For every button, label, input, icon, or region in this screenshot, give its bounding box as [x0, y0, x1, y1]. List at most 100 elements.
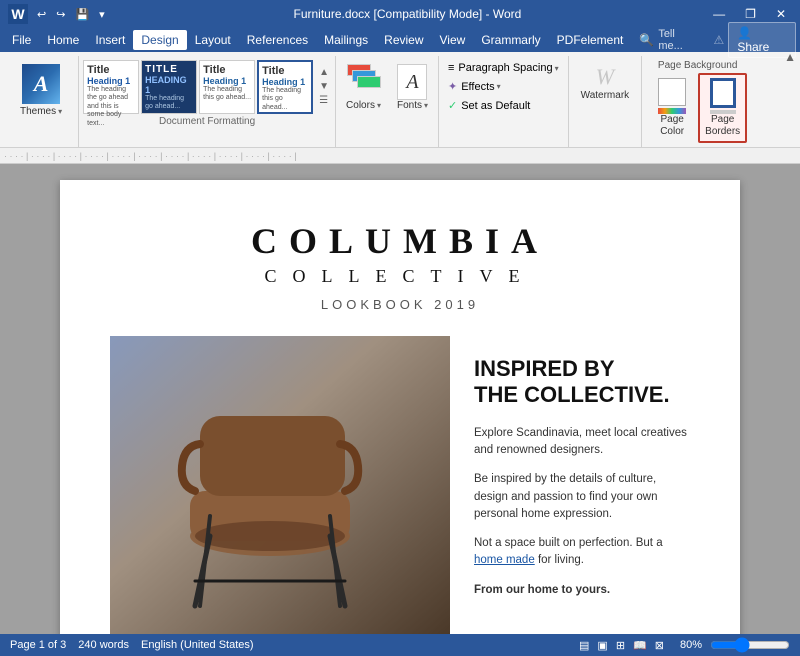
dropdown-button[interactable]: ▾ [96, 6, 108, 23]
colors-fonts-items: Colors ▾ A Fonts ▾ [340, 60, 434, 115]
ribbon-group-themes: A Themes ▾ [4, 56, 79, 147]
fonts-button[interactable]: A Fonts ▾ [391, 60, 434, 115]
menu-references[interactable]: References [239, 30, 316, 50]
page-color-button[interactable]: PageColor [648, 73, 696, 143]
check-icon: ✓ [448, 99, 457, 112]
page-borders-label: PageBorders [705, 114, 740, 138]
menu-bar: File Home Insert Design Layout Reference… [0, 28, 800, 52]
style-h1-label: Heading 1 [87, 76, 135, 86]
fonts-icon: A [397, 64, 427, 100]
para-3: Not a space built on perfection. But a h… [474, 535, 690, 570]
maximize-button[interactable]: ❐ [739, 5, 762, 23]
style-thumb-4[interactable]: Title Heading 1 The heading this go ahea… [257, 60, 313, 114]
menu-design[interactable]: Design [133, 30, 186, 50]
document-lookbook: LOOKBOOK 2019 [110, 297, 690, 312]
window-title: Furniture.docx [Compatibility Mode] - Wo… [108, 7, 708, 21]
menu-review[interactable]: Review [376, 30, 431, 50]
para-spacing-label: Paragraph Spacing [458, 62, 552, 74]
style2-h1: HEADING 1 [145, 75, 193, 95]
ruler-marks: · · · · | · · · · | · · · · | · · · · | … [4, 151, 297, 161]
undo-button[interactable]: ↩ [34, 6, 49, 23]
set-as-default-button[interactable]: ✓ Set as Default [445, 97, 562, 114]
ribbon-collapse-button[interactable]: ▲ [784, 50, 796, 64]
watermark-button[interactable]: W Watermark [575, 60, 636, 105]
colors-label: Colors ▾ [346, 100, 381, 111]
themes-icon: A [22, 64, 60, 104]
document-text: INSPIRED BYTHE COLLECTIVE. Explore Scand… [474, 336, 690, 634]
paragraph-spacing-button[interactable]: ≡ Paragraph Spacing ▾ [445, 60, 562, 76]
home-made-link[interactable]: home made [474, 554, 535, 566]
title-bar: W ↩ ↪ 💾 ▾ Furniture.docx [Compatibility … [0, 0, 800, 28]
menu-insert[interactable]: Insert [87, 30, 133, 50]
status-left: Page 1 of 3 240 words English (United St… [10, 639, 254, 651]
chair-svg [110, 336, 450, 634]
view-icon-focus[interactable]: ⊠ [655, 639, 664, 652]
view-icon-print[interactable]: ▤ [579, 639, 589, 652]
scroll-up-arrow[interactable]: ▲ [317, 66, 331, 80]
tell-me-search[interactable]: 🔍 Tell me... [631, 25, 709, 55]
para-2: Be inspired by the details of culture, d… [474, 471, 690, 523]
divider: ⚠ [714, 33, 725, 47]
effects-button[interactable]: ✦ Effects ▾ [445, 78, 562, 95]
style4-h1: Heading 1 [262, 77, 308, 87]
watermark-icon: W [596, 64, 614, 90]
page-color-icon [654, 78, 690, 114]
effects-label: Effects [461, 81, 494, 93]
view-icon-web[interactable]: ▣ [597, 639, 607, 652]
menu-pdfelement[interactable]: PDFelement [549, 30, 632, 50]
view-icon-read[interactable]: 📖 [633, 639, 647, 652]
ribbon-group-document-formatting: Title Heading 1 The heading the go ahead… [79, 56, 336, 147]
style-thumb-3[interactable]: Title Heading 1 The heading this go ahea… [199, 60, 255, 114]
zoom-slider[interactable] [710, 639, 790, 651]
search-placeholder: Tell me... [658, 28, 701, 52]
ribbon-group-watermark: W Watermark [569, 56, 643, 147]
menu-view[interactable]: View [432, 30, 474, 50]
para-spacing-icon: ≡ [448, 62, 454, 74]
style2-body: The heading go ahead... [145, 95, 193, 112]
word-icon: W [8, 4, 28, 24]
ribbon-group-colors-fonts: Colors ▾ A Fonts ▾ [336, 56, 439, 147]
menu-file[interactable]: File [4, 30, 39, 50]
document-title-main: COLUMBIA [110, 220, 690, 262]
style4-body: The heading this go ahead... [262, 87, 308, 112]
menu-home[interactable]: Home [39, 30, 87, 50]
themes-button[interactable]: A Themes ▾ [12, 60, 70, 121]
expand-arrow[interactable]: ☰ [317, 94, 331, 108]
close-button[interactable]: ✕ [770, 5, 792, 23]
menu-layout[interactable]: Layout [187, 30, 239, 50]
menu-mailings[interactable]: Mailings [316, 30, 376, 50]
minimize-button[interactable]: — [707, 5, 731, 23]
word-count: 240 words [78, 639, 129, 651]
style3-h1: Heading 1 [203, 76, 251, 86]
style-thumb-2[interactable]: TITLE HEADING 1 The heading go ahead... [141, 60, 197, 114]
ribbon-content: A Themes ▾ Title Heading 1 The heading t… [0, 52, 800, 147]
effects-icon: ✦ [448, 80, 457, 93]
colors-button[interactable]: Colors ▾ [340, 60, 387, 115]
para3-end: for living. [538, 554, 584, 566]
effects-dropdown: ▾ [497, 82, 501, 91]
view-icon-outline[interactable]: ⊞ [616, 639, 625, 652]
document-area: COLUMBIA COLLECTIVE LOOKBOOK 2019 [0, 164, 800, 634]
ribbon: A Themes ▾ Title Heading 1 The heading t… [0, 52, 800, 148]
menu-grammarly[interactable]: Grammarly [473, 30, 548, 50]
style3-title: Title [203, 64, 251, 76]
style-body-text: The heading the go ahead and this is som… [87, 86, 135, 128]
fonts-dropdown: ▾ [424, 101, 428, 110]
style-thumb-1[interactable]: Title Heading 1 The heading the go ahead… [83, 60, 139, 114]
save-button[interactable]: 💾 [72, 6, 92, 23]
page-background-section-label: Page Background [658, 60, 738, 71]
document-page: COLUMBIA COLLECTIVE LOOKBOOK 2019 [60, 180, 740, 634]
search-icon: 🔍 [639, 33, 654, 47]
scroll-down-arrow[interactable]: ▼ [317, 80, 331, 94]
scroll-arrows: ▲ ▼ ☰ [317, 66, 331, 108]
document-image [110, 336, 450, 634]
para-spacing-dropdown: ▾ [555, 64, 559, 73]
status-right: ▤ ▣ ⊞ 📖 ⊠ 80% [579, 639, 790, 652]
ruler: · · · · | · · · · | · · · · | · · · · | … [0, 148, 800, 164]
para-1: Explore Scandinavia, meet local creative… [474, 425, 690, 460]
page-borders-button[interactable]: PageBorders [698, 73, 747, 143]
style-thumbnails: Title Heading 1 The heading the go ahead… [83, 60, 331, 114]
redo-button[interactable]: ↪ [53, 6, 68, 23]
document-content: INSPIRED BYTHE COLLECTIVE. Explore Scand… [110, 336, 690, 634]
language: English (United States) [141, 639, 254, 651]
